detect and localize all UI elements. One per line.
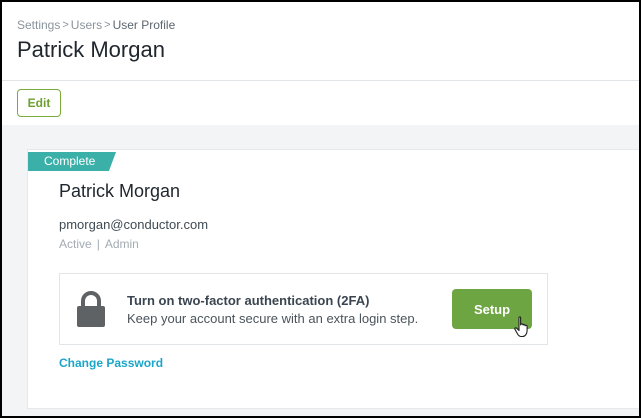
breadcrumb-item-settings[interactable]: Settings bbox=[17, 18, 60, 32]
breadcrumb-item-users[interactable]: Users bbox=[71, 18, 102, 32]
two-factor-panel: Turn on two-factor authentication (2FA) … bbox=[59, 273, 548, 345]
page-title: Patrick Morgan bbox=[17, 37, 165, 62]
user-name: Patrick Morgan bbox=[59, 181, 181, 201]
lock-icon bbox=[77, 291, 105, 327]
status-badge: Complete bbox=[28, 152, 116, 171]
breadcrumb: Settings > Users > User Profile bbox=[17, 18, 175, 32]
hand-pointer-icon bbox=[514, 316, 528, 338]
breadcrumb-separator: > bbox=[62, 19, 69, 31]
change-password-link[interactable]: Change Password bbox=[59, 356, 163, 370]
profile-card: Complete Patrick Morgan pmorgan@conducto… bbox=[27, 149, 639, 409]
toolbar: Edit bbox=[2, 81, 639, 125]
two-factor-title: Turn on two-factor authentication (2FA) bbox=[127, 293, 370, 308]
meta-divider: | bbox=[96, 237, 100, 251]
breadcrumb-separator: > bbox=[104, 19, 111, 31]
two-factor-description: Keep your account secure with an extra l… bbox=[127, 311, 419, 326]
edit-button[interactable]: Edit bbox=[17, 89, 61, 117]
user-meta: Active | Admin bbox=[59, 237, 139, 251]
user-status: Active bbox=[59, 237, 92, 251]
user-email: pmorgan@conductor.com bbox=[59, 217, 209, 232]
user-role: Admin bbox=[104, 237, 139, 251]
page-header: Settings > Users > User Profile Patrick … bbox=[2, 2, 639, 81]
app-window: Settings > Users > User Profile Patrick … bbox=[0, 0, 641, 418]
breadcrumb-item-user-profile: User Profile bbox=[112, 18, 176, 32]
